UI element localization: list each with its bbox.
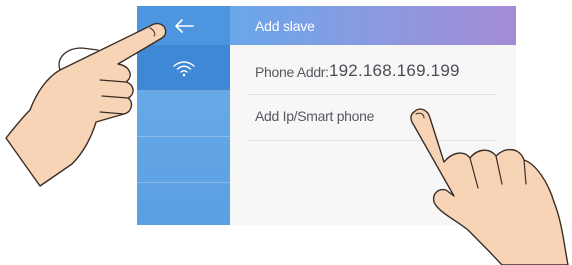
wifi-icon — [172, 60, 195, 76]
header-bar: Add slave — [230, 6, 516, 45]
phone-addr-row: Phone Addr: 192.168.169.199 — [230, 45, 516, 95]
phone-addr-value: 192.168.169.199 — [329, 61, 460, 80]
add-phone-label: Add Ip/Smart phone — [255, 108, 375, 124]
page-title: Add slave — [255, 18, 315, 34]
phone-addr-label: Phone Addr: — [255, 64, 329, 80]
pointing-hand-right-icon — [410, 108, 569, 265]
arrow-left-icon — [174, 18, 194, 33]
pointing-hand-left-icon — [5, 22, 167, 187]
